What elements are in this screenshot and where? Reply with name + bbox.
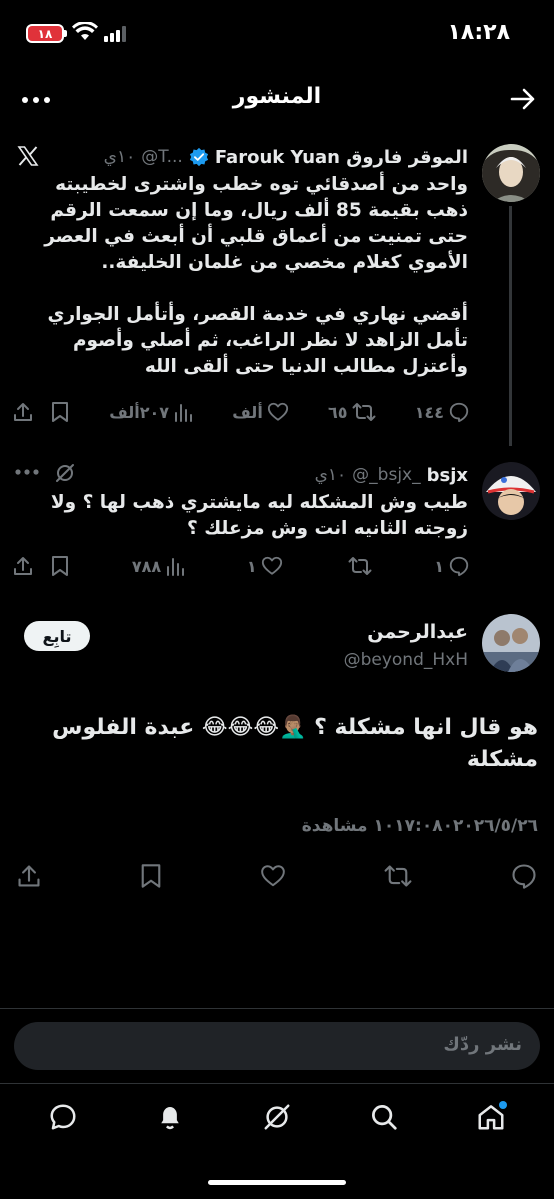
bookmark-icon[interactable] <box>50 401 70 423</box>
nav-grok[interactable] <box>255 1095 299 1139</box>
avatar[interactable] <box>482 144 540 202</box>
bookmark-share-group <box>12 555 70 577</box>
grok-icon[interactable] <box>54 462 76 484</box>
like-count: ١ <box>246 556 257 576</box>
thread-line <box>509 206 512 446</box>
retweet-button[interactable] <box>344 555 372 577</box>
views-button[interactable]: ٧٨٨ <box>132 556 185 576</box>
main-author-name[interactable]: عبدالرحمن <box>367 621 468 643</box>
battery-tip <box>64 30 67 37</box>
notifications-icon <box>161 1106 179 1129</box>
bottom-nav <box>0 1083 554 1149</box>
retweet-icon <box>348 557 372 575</box>
views-button[interactable]: ٢٠٧ألف <box>109 402 193 422</box>
tweet-actions: ١٤٤ ٦٥ ألف ٢٠٧ألف <box>12 398 470 426</box>
share-icon[interactable] <box>12 555 34 577</box>
tweet-farouk[interactable]: الموقر فاروق Farouk Yuan @T... ١٠ي واحد … <box>0 140 554 446</box>
post-header: المنشور <box>0 78 554 122</box>
search-icon <box>371 1104 397 1130</box>
like-button[interactable]: ألف <box>232 401 289 423</box>
main-avatar[interactable] <box>482 614 540 672</box>
tweet-time: ١٠ي <box>103 147 136 167</box>
retweet-icon <box>352 403 376 421</box>
follow-button[interactable]: تابِع <box>24 621 90 651</box>
reply-icon <box>449 556 469 577</box>
like-button[interactable]: ١ <box>247 555 283 577</box>
retweet-count: ٦٥ <box>327 402 348 422</box>
main-post-text: هو قال انها مشكلة ؟ 🤦🏽‍♂️😂😂😂 عبدة الفلوس… <box>52 715 538 772</box>
nav-search[interactable] <box>362 1095 406 1139</box>
retweet-icon[interactable] <box>383 863 413 889</box>
battery-level: ١٨ <box>28 26 62 41</box>
x-logo-icon <box>17 146 39 166</box>
main-author-handle: @beyond_HxH <box>343 650 468 670</box>
signal-icon <box>104 26 126 42</box>
author-handle: @_bsjx_ <box>352 465 421 485</box>
more-dots-icon[interactable] <box>14 468 40 476</box>
reply-icon[interactable] <box>510 862 538 890</box>
tweet-bsjx[interactable]: bsjx @_bsjx_ ١٠ي طيب وش المشكله ليه مايش… <box>0 458 554 588</box>
messages-icon <box>50 1104 76 1129</box>
tweet-actions: ١ ١ ٧٨٨ <box>12 552 470 580</box>
nav-home[interactable] <box>469 1095 513 1139</box>
home-indicator <box>208 1180 346 1185</box>
reply-icon <box>449 402 469 423</box>
reply-count: ١ <box>434 556 444 576</box>
divider <box>0 1008 554 1009</box>
tweet-header: bsjx @_bsjx_ ١٠ي <box>14 462 468 488</box>
reply-placeholder: نشر ردّك <box>443 1034 522 1055</box>
battery-icon: ١٨ <box>26 24 64 43</box>
views-count: ٢٠٧ألف <box>109 402 170 422</box>
avatar[interactable] <box>482 462 540 520</box>
bookmark-icon[interactable] <box>139 863 163 889</box>
tweet-text: واحد من أصدقائي توه خطب واشترى لخطيبته ذ… <box>44 174 468 377</box>
main-post-actions <box>16 860 538 892</box>
nav-notifications[interactable] <box>148 1095 192 1139</box>
author-name[interactable]: bsjx <box>427 465 468 486</box>
views-count: ٧٨٨ <box>131 556 162 576</box>
bookmark-share-group <box>12 401 70 423</box>
tweet-text: طيب وش المشكله ليه مايشتري ذهب لها ؟ ولا… <box>44 492 468 539</box>
bookmark-icon[interactable] <box>50 555 70 577</box>
arrow-right-icon[interactable] <box>508 84 538 114</box>
share-icon[interactable] <box>12 401 34 423</box>
reply-button[interactable]: ١ <box>434 555 470 577</box>
heart-icon[interactable] <box>260 863 286 889</box>
author-name[interactable]: الموقر فاروق Farouk Yuan <box>215 147 468 168</box>
tweet-time: ١٠ي <box>314 465 347 485</box>
retweet-button[interactable]: ٦٥ <box>328 401 376 423</box>
post-meta: ١٠١٧:٠٨٠٢٠٢٦/٥/٢٦ مشاهدة <box>301 816 538 836</box>
share-icon[interactable] <box>16 863 42 889</box>
tweet-header: الموقر فاروق Farouk Yuan @T... ١٠ي <box>14 144 468 170</box>
like-count: ألف <box>232 402 263 422</box>
wifi-icon <box>72 22 98 40</box>
grok-icon <box>264 1104 290 1129</box>
page-title: المنشور <box>232 84 322 109</box>
heart-icon <box>261 556 282 575</box>
author-handle: @T... <box>141 147 183 167</box>
nav-messages[interactable] <box>41 1095 85 1139</box>
views-icon <box>175 404 193 422</box>
reply-count: ١٤٤ <box>414 402 444 422</box>
verified-badge-icon <box>189 147 208 167</box>
home-notification-dot <box>498 1100 507 1109</box>
status-time: ١٨:٢٨ <box>447 20 510 45</box>
views-icon <box>167 558 185 576</box>
heart-icon <box>267 402 288 421</box>
reply-input[interactable]: نشر ردّك <box>14 1022 540 1070</box>
status-bar: ١٨:٢٨ ١٨ <box>0 0 554 64</box>
reply-button[interactable]: ١٤٤ <box>415 401 470 423</box>
